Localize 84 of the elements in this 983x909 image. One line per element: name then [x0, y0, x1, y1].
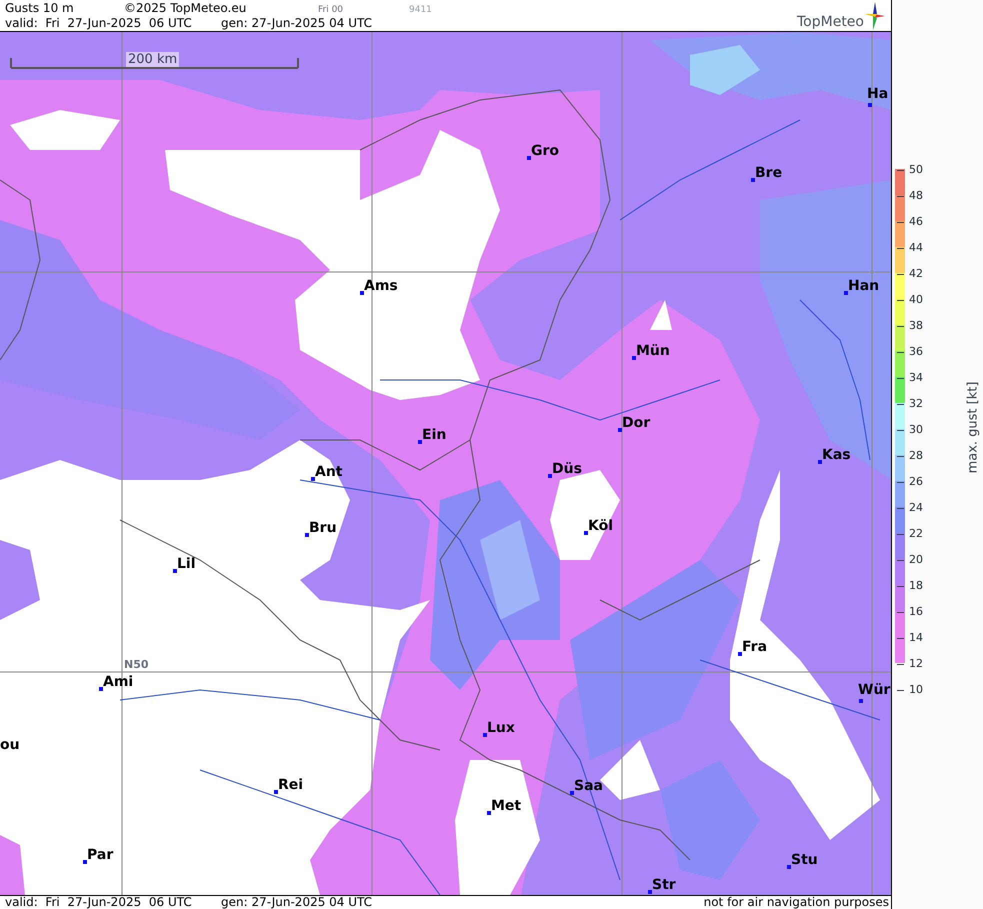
- tick-label: 38: [909, 320, 923, 332]
- tick-label: 12: [909, 658, 923, 670]
- city-label: Köl: [588, 519, 614, 534]
- generated-time: gen: 27-Jun-2025 04 UTC: [221, 896, 372, 909]
- city-marker: [274, 790, 278, 794]
- city-label: Bre: [755, 166, 782, 181]
- tick-label: 18: [909, 580, 923, 592]
- city-marker: [360, 291, 364, 295]
- tick-label: 32: [909, 398, 923, 410]
- valid-time: valid: Fri 27-Jun-2025 06 UTC: [5, 896, 192, 909]
- city-marker: [418, 440, 422, 444]
- tick-label: 36: [909, 346, 923, 358]
- logo-text: TopMeteo: [797, 14, 864, 30]
- copyright-text: ©2025 TopMeteo.eu: [124, 1, 246, 15]
- city-label: Ein: [422, 428, 446, 443]
- tick-label: 10: [909, 684, 923, 696]
- generated-time: gen: 27-Jun-2025 04 UTC: [221, 16, 372, 30]
- city-label: Lux: [487, 721, 515, 736]
- code-label: 9411: [409, 4, 432, 17]
- city-marker: [483, 733, 487, 737]
- legend-title: max. gust [kt]: [965, 382, 980, 474]
- tick-label: 48: [909, 190, 923, 202]
- city-marker: [787, 865, 791, 869]
- city-label: Rei: [278, 778, 304, 793]
- city-label: Dor: [622, 416, 650, 431]
- city-label: Lil: [177, 557, 196, 572]
- tick-label: 14: [909, 632, 923, 644]
- scale-label: 200 km: [126, 52, 180, 67]
- city-marker: [751, 178, 755, 182]
- city-marker: [487, 811, 491, 815]
- city-marker: [305, 533, 309, 537]
- city-label: Str: [652, 878, 676, 893]
- city-marker: [570, 791, 574, 795]
- city-marker: [738, 652, 742, 656]
- tick-label: 16: [909, 606, 923, 618]
- latitude-label: N50: [124, 659, 149, 671]
- city-marker: [648, 890, 652, 894]
- city-marker: [584, 531, 588, 535]
- tick-label: 50: [909, 164, 923, 176]
- city-label: Par: [87, 848, 114, 863]
- valid-time: valid: Fri 27-Jun-2025 06 UTC: [5, 16, 192, 30]
- city-marker: [548, 474, 552, 478]
- compass-star-icon: [865, 2, 885, 30]
- city-label: Stu: [791, 853, 818, 868]
- city-marker: [83, 860, 87, 864]
- city-label: Kas: [822, 448, 851, 463]
- city-marker: [618, 428, 622, 432]
- city-label: Saa: [574, 779, 603, 794]
- tick-label: 30: [909, 424, 923, 436]
- tick-label: 40: [909, 294, 923, 306]
- city-marker: [527, 156, 531, 160]
- city-label: ou: [0, 738, 20, 753]
- disclaimer-text: not for air navigation purposes: [704, 896, 889, 909]
- city-marker: [818, 460, 822, 464]
- city-label: Han: [848, 279, 880, 294]
- tick-label: 24: [909, 502, 923, 514]
- run-label: Fri 00: [318, 4, 344, 17]
- city-label: Ant: [315, 465, 342, 480]
- city-marker: [311, 477, 315, 481]
- tick-label: 28: [909, 450, 923, 462]
- city-label: Mün: [636, 344, 670, 359]
- tick-label: 46: [909, 216, 923, 228]
- city-marker: [632, 356, 636, 360]
- city-label: Düs: [552, 462, 582, 477]
- map-title: Gusts 10 m: [5, 1, 74, 15]
- tick-label: 20: [909, 554, 923, 566]
- tick-label: 42: [909, 268, 923, 280]
- city-label: Wür: [858, 683, 890, 698]
- tick-label: 26: [909, 476, 923, 488]
- city-label: Ha: [867, 87, 888, 102]
- tick-label: 44: [909, 242, 923, 254]
- city-label: Ami: [103, 675, 134, 690]
- tick-label: 22: [909, 528, 923, 540]
- city-marker: [844, 291, 848, 295]
- city-marker: [99, 687, 103, 691]
- city-marker: [868, 103, 872, 107]
- city-label: Ams: [364, 279, 398, 294]
- city-label: Fra: [742, 640, 768, 655]
- city-marker: [173, 569, 177, 573]
- tick-label: 34: [909, 372, 923, 384]
- city-label: Bru: [309, 521, 337, 536]
- city-label: Gro: [531, 144, 560, 159]
- city-label: Met: [491, 799, 522, 814]
- city-marker: [859, 699, 863, 703]
